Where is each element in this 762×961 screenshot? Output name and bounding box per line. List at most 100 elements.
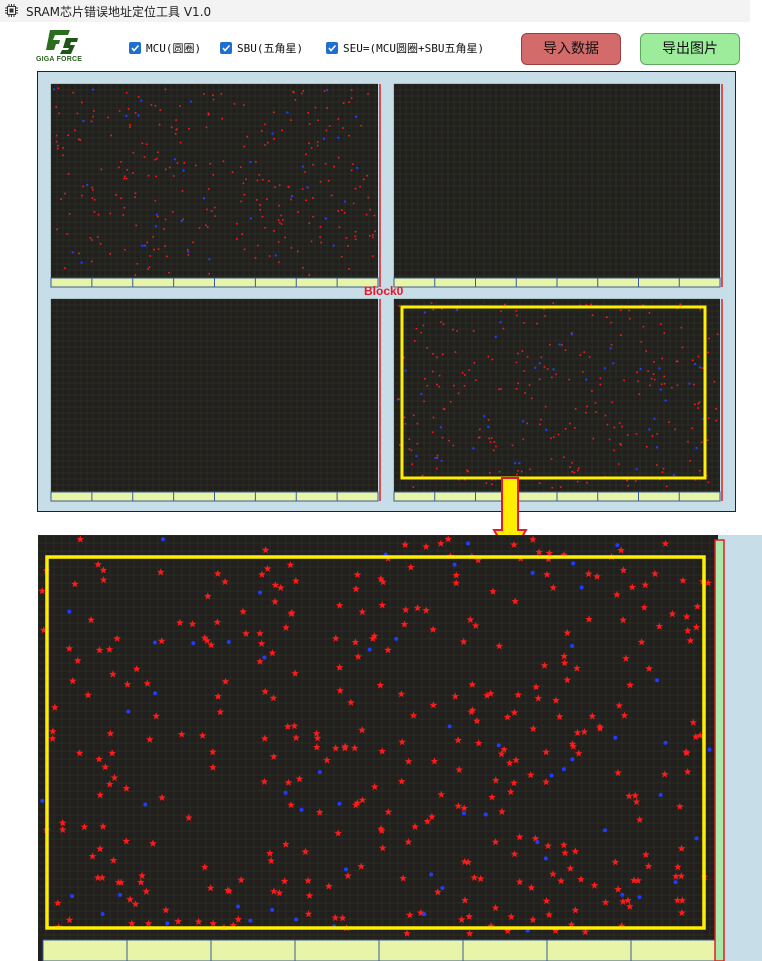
sbu-marker <box>305 199 308 202</box>
mcu-marker <box>202 197 206 200</box>
seu-checkbox[interactable]: SEU=(MCU圆圈+SBU五角星) <box>326 40 484 56</box>
plot-background <box>394 299 720 492</box>
sbu-marker <box>408 448 411 450</box>
sbu-marker <box>687 440 689 443</box>
mcu-checkbox[interactable]: MCU(圆圈) <box>129 40 201 56</box>
export-image-button[interactable]: 导出图片 <box>640 33 740 65</box>
mcu-marker <box>585 378 588 381</box>
sbu-marker <box>649 384 651 387</box>
checkbox-checked-icon <box>220 42 232 54</box>
import-data-button[interactable]: 导入数据 <box>521 33 621 65</box>
sbu-marker <box>206 208 208 211</box>
sbu-checkbox[interactable]: SBU(五角星) <box>220 40 303 56</box>
sbu-marker <box>647 370 649 372</box>
sbu-marker <box>473 361 476 364</box>
mcu-marker <box>140 99 143 102</box>
sbu-marker <box>627 484 629 487</box>
mcu-marker <box>80 261 83 264</box>
sbu-marker <box>157 151 159 154</box>
sbu-marker <box>312 163 314 166</box>
sbu-marker <box>259 204 261 206</box>
sbu-marker <box>697 402 700 405</box>
sbu-marker <box>74 129 76 132</box>
sbu-marker <box>372 236 374 239</box>
sbu-marker <box>268 180 270 182</box>
mcu-marker <box>655 678 660 683</box>
sbu-marker <box>613 426 616 429</box>
mcu-marker <box>322 137 326 140</box>
sbu-marker <box>123 206 126 209</box>
sbu-marker <box>350 97 353 99</box>
sbu-marker <box>420 331 423 334</box>
mcu-marker <box>248 918 253 923</box>
sbu-marker <box>423 400 425 403</box>
sbu-marker <box>707 351 709 354</box>
sbu-marker <box>570 332 573 334</box>
sbu-marker <box>576 480 579 483</box>
sbu-marker <box>273 230 275 232</box>
sbu-marker <box>181 190 184 192</box>
mcu-marker <box>125 114 128 118</box>
sbu-marker <box>360 124 362 127</box>
block-panel-top-right <box>393 83 720 278</box>
sbu-marker <box>312 215 314 218</box>
sbu-marker <box>148 266 151 268</box>
sbu-marker <box>150 104 153 106</box>
sbu-marker <box>236 222 238 225</box>
mcu-marker <box>337 136 340 139</box>
sbu-marker <box>491 358 494 361</box>
block-scrollbar <box>393 491 721 502</box>
sbu-marker <box>307 111 310 114</box>
sbu-marker <box>62 154 64 157</box>
sbu-marker <box>274 186 276 189</box>
sbu-marker <box>479 428 481 431</box>
sbu-marker <box>715 419 718 422</box>
sbu-marker <box>320 241 322 244</box>
mcu-marker <box>648 428 651 431</box>
sbu-marker <box>136 263 139 265</box>
sbu-marker <box>221 117 223 120</box>
sbu-marker <box>254 257 257 259</box>
sbu-marker <box>467 470 469 473</box>
sbu-marker <box>628 309 631 312</box>
mcu-marker <box>143 244 147 247</box>
sbu-marker <box>256 199 258 201</box>
sbu-marker <box>515 388 518 390</box>
sbu-marker <box>92 189 94 191</box>
mcu-marker <box>249 160 252 164</box>
sbu-marker <box>599 383 602 386</box>
mcu-marker <box>180 219 183 223</box>
sbu-marker <box>327 179 330 182</box>
sbu-marker <box>515 314 518 317</box>
sbu-marker <box>523 322 525 324</box>
sbu-marker <box>431 370 434 373</box>
mcu-marker <box>118 892 123 897</box>
sbu-marker <box>352 202 355 205</box>
mcu-marker <box>325 88 329 92</box>
sbu-marker <box>438 385 441 388</box>
mcu-marker <box>447 724 452 729</box>
mcu-marker <box>306 186 309 189</box>
mcu-marker <box>152 640 157 645</box>
sbu-marker <box>661 471 664 474</box>
sbu-marker <box>553 436 555 438</box>
sbu-marker <box>154 199 157 202</box>
sbu-marker <box>408 438 411 441</box>
sbu-marker <box>538 378 541 381</box>
sbu-marker <box>461 372 464 374</box>
checkbox-checked-icon <box>326 42 338 54</box>
sbu-marker <box>640 341 643 343</box>
mcu-marker <box>53 88 56 91</box>
sbu-marker <box>653 378 656 381</box>
sbu-marker <box>277 241 280 243</box>
sbu-marker <box>288 186 290 188</box>
sbu-marker <box>212 174 215 176</box>
sbu-marker <box>158 123 161 126</box>
sbu-marker <box>302 266 304 269</box>
sbu-marker <box>278 204 280 207</box>
sbu-marker <box>550 458 553 460</box>
sbu-marker <box>372 234 374 236</box>
mcu-marker <box>659 388 663 391</box>
mcu-marker <box>434 456 437 460</box>
sbu-marker <box>328 125 331 127</box>
